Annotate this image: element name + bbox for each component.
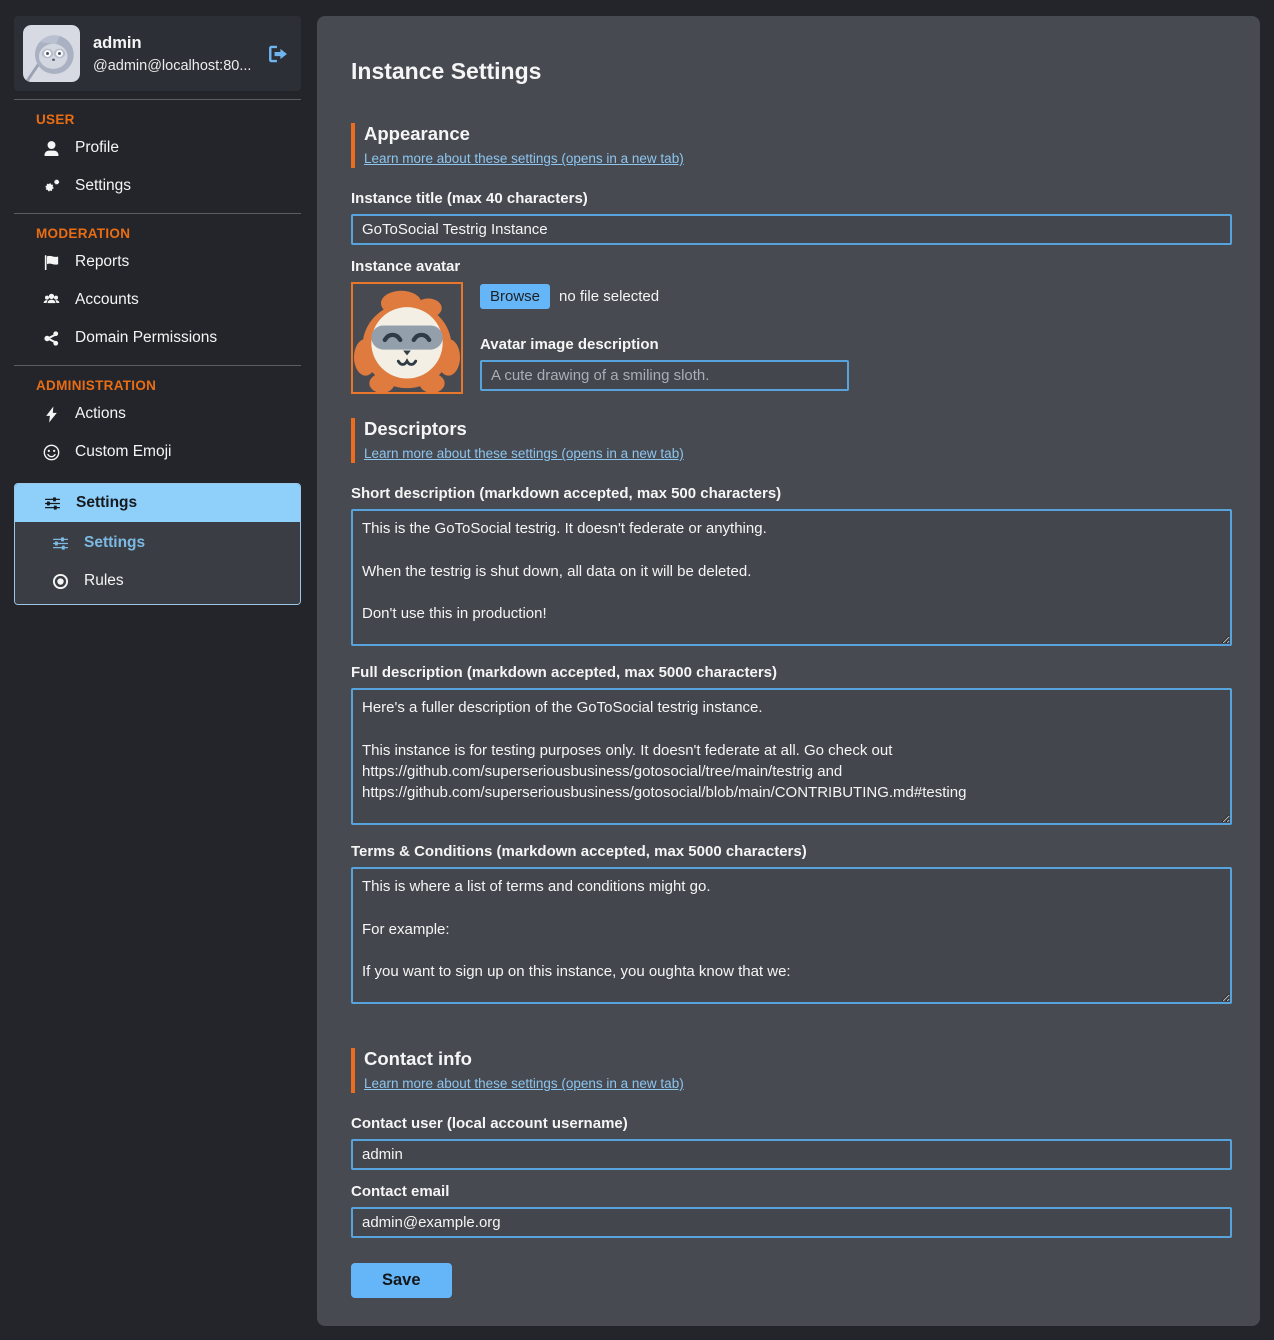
short-description-field: Short description (markdown accepted, ma… — [351, 485, 1232, 651]
learn-more-link[interactable]: Learn more about these settings (opens i… — [364, 1076, 684, 1091]
gears-icon — [41, 178, 61, 195]
file-status-text: no file selected — [559, 288, 659, 305]
sidebar-item-label: Domain Permissions — [75, 329, 217, 347]
divider — [14, 99, 301, 100]
sidebar-item-user-settings[interactable]: Settings — [14, 167, 301, 205]
instance-settings-panel: Instance Settings Appearance Learn more … — [317, 16, 1260, 1326]
sidebar-item-label: Rules — [84, 572, 124, 590]
field-label: Short description (markdown accepted, ma… — [351, 485, 1232, 502]
smiling-sloth-avatar-image — [353, 284, 461, 392]
sliders-icon — [50, 535, 70, 552]
user-card[interactable]: admin @admin@localhost:80... — [14, 16, 301, 91]
divider — [14, 365, 301, 366]
sidebar-item-label: Actions — [75, 405, 126, 423]
full-description-field: Full description (markdown accepted, max… — [351, 664, 1232, 830]
page-title: Instance Settings — [351, 58, 1232, 85]
section-title: Appearance — [364, 123, 1232, 145]
default-sloth-avatar-image — [23, 25, 80, 82]
instance-title-input[interactable] — [351, 214, 1232, 245]
share-nodes-icon — [41, 330, 61, 347]
short-description-textarea[interactable]: This is the GoToSocial testrig. It doesn… — [351, 509, 1232, 646]
field-label: Avatar image description — [480, 336, 849, 353]
circle-dot-icon — [50, 573, 70, 590]
sidebar-item-label: Custom Emoji — [75, 443, 171, 461]
section-title: Contact info — [364, 1048, 1232, 1070]
full-description-textarea[interactable]: Here's a fuller description of the GoToS… — [351, 688, 1232, 825]
nav-section-label-moderation: MODERATION — [36, 226, 301, 241]
learn-more-link[interactable]: Learn more about these settings (opens i… — [364, 151, 684, 166]
users-icon — [41, 292, 61, 309]
sidebar-item-label: Settings — [75, 177, 131, 195]
section-title: Descriptors — [364, 418, 1232, 440]
contact-section-header: Contact info Learn more about these sett… — [351, 1048, 1232, 1093]
user-name: admin — [93, 34, 251, 53]
contact-user-input[interactable] — [351, 1139, 1232, 1170]
sidebar-subitem-rules[interactable]: Rules — [15, 562, 300, 600]
field-label: Instance avatar — [351, 258, 1232, 275]
appearance-section-header: Appearance Learn more about these settin… — [351, 123, 1232, 168]
contact-email-field: Contact email — [351, 1183, 1232, 1238]
contact-email-input[interactable] — [351, 1207, 1232, 1238]
user-info: admin @admin@localhost:80... — [93, 34, 251, 74]
sidebar-item-label: Settings — [84, 534, 145, 552]
divider — [14, 213, 301, 214]
sidebar-subitem-settings[interactable]: Settings — [15, 524, 300, 562]
sliders-icon — [42, 495, 62, 512]
sidebar-item-accounts[interactable]: Accounts — [14, 281, 301, 319]
instance-avatar-field: Instance avatar — [351, 258, 1232, 394]
learn-more-link[interactable]: Learn more about these settings (opens i… — [364, 446, 684, 461]
sidebar-item-custom-emoji[interactable]: Custom Emoji — [14, 433, 301, 471]
field-label: Full description (markdown accepted, max… — [351, 664, 1232, 681]
sidebar-item-domain-permissions[interactable]: Domain Permissions — [14, 319, 301, 357]
descriptors-section-header: Descriptors Learn more about these setti… — [351, 418, 1232, 463]
nav-section-label-administration: ADMINISTRATION — [36, 378, 301, 393]
instance-avatar-preview — [351, 282, 463, 394]
sidebar-item-label: Reports — [75, 253, 129, 271]
sidebar-item-label: Settings — [76, 494, 137, 512]
avatar-description-input[interactable] — [480, 360, 849, 391]
sidebar-item-profile[interactable]: Profile — [14, 129, 301, 167]
sidebar-item-reports[interactable]: Reports — [14, 243, 301, 281]
settings-submenu: Settings Rules — [15, 522, 300, 604]
browse-button[interactable]: Browse — [480, 284, 550, 309]
contact-user-field: Contact user (local account username) — [351, 1115, 1232, 1170]
sidebar-item-label: Accounts — [75, 291, 139, 309]
field-label: Terms & Conditions (markdown accepted, m… — [351, 843, 1232, 860]
nav-section-label-user: USER — [36, 112, 301, 127]
sidebar-item-label: Profile — [75, 139, 119, 157]
settings-nav-group: Settings Settings — [14, 483, 301, 605]
sidebar-item-actions[interactable]: Actions — [14, 395, 301, 433]
terms-field: Terms & Conditions (markdown accepted, m… — [351, 843, 1232, 1009]
smile-icon — [41, 444, 61, 461]
bolt-icon — [41, 406, 61, 423]
user-handle: @admin@localhost:80... — [93, 58, 251, 74]
terms-textarea[interactable]: This is where a list of terms and condit… — [351, 867, 1232, 1004]
user-avatar — [23, 25, 80, 82]
flag-icon — [41, 254, 61, 271]
sidebar-item-admin-settings[interactable]: Settings — [15, 484, 300, 522]
field-label: Instance title (max 40 characters) — [351, 190, 1232, 207]
page: admin @admin@localhost:80... USER Profil… — [0, 0, 1274, 1340]
sign-out-icon[interactable] — [267, 43, 289, 65]
user-icon — [41, 140, 61, 157]
save-button[interactable]: Save — [351, 1263, 452, 1298]
field-label: Contact email — [351, 1183, 1232, 1200]
sidebar: admin @admin@localhost:80... USER Profil… — [14, 16, 301, 1340]
instance-title-field: Instance title (max 40 characters) — [351, 190, 1232, 245]
field-label: Contact user (local account username) — [351, 1115, 1232, 1132]
